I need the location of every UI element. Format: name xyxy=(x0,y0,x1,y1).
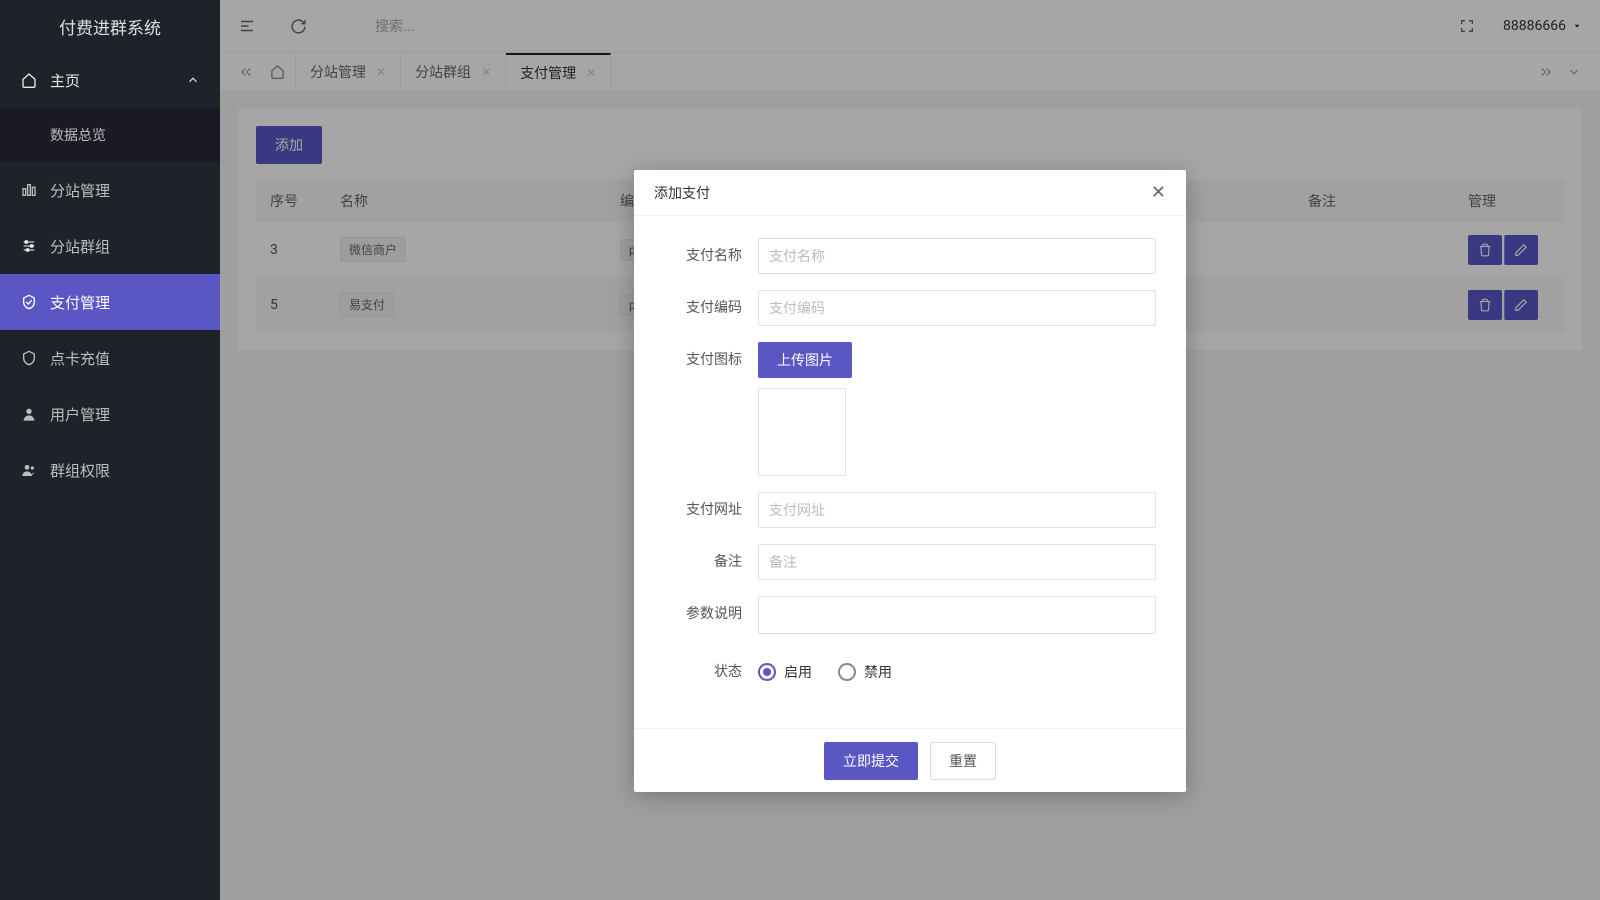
label-code: 支付编码 xyxy=(664,290,758,326)
chevron-up-icon xyxy=(186,73,200,87)
shield-icon xyxy=(20,349,38,367)
app-title: 付费进群系统 xyxy=(0,0,220,52)
name-input[interactable] xyxy=(758,238,1156,274)
sidebar-item-label: 分站管理 xyxy=(50,180,200,201)
reset-button[interactable]: 重置 xyxy=(930,742,996,780)
sidebar-item-home[interactable]: 主页 xyxy=(0,52,220,108)
sidebar-item-label: 数据总览 xyxy=(50,125,106,145)
remark-input[interactable] xyxy=(758,544,1156,580)
radio-disabled[interactable]: 禁用 xyxy=(838,662,892,682)
label-name: 支付名称 xyxy=(664,238,758,274)
modal-title: 添加支付 xyxy=(654,183,710,203)
sliders-icon xyxy=(20,237,38,255)
add-payment-modal: 添加支付 ✕ 支付名称 支付编码 支付图标 上传图片 xyxy=(634,170,1186,792)
sidebar-item-label: 群组权限 xyxy=(50,460,200,481)
sidebar-item-label: 支付管理 xyxy=(50,292,200,313)
image-preview xyxy=(758,388,846,476)
sidebar-sub-dashboard[interactable]: 数据总览 xyxy=(0,108,220,162)
params-textarea[interactable] xyxy=(758,596,1156,634)
main: 88886666 分站管理 ✕ 分站群组 ✕ 支付管理 ✕ xyxy=(220,0,1600,900)
label-status: 状态 xyxy=(664,654,758,690)
radio-label: 启用 xyxy=(784,662,812,682)
sidebar-item-users[interactable]: 用户管理 xyxy=(0,386,220,442)
submit-button[interactable]: 立即提交 xyxy=(824,742,918,780)
url-input[interactable] xyxy=(758,492,1156,528)
radio-enabled[interactable]: 启用 xyxy=(758,662,812,682)
label-icon: 支付图标 xyxy=(664,342,758,378)
radio-label: 禁用 xyxy=(864,662,892,682)
label-params: 参数说明 xyxy=(664,596,758,632)
users-icon xyxy=(20,461,38,479)
label-remark: 备注 xyxy=(664,544,758,580)
sidebar-item-label: 主页 xyxy=(50,70,186,91)
sidebar: 付费进群系统 主页 数据总览 分站管理 分站群组 xyxy=(0,0,220,900)
sidebar-item-substation[interactable]: 分站管理 xyxy=(0,162,220,218)
upload-button[interactable]: 上传图片 xyxy=(758,342,852,378)
sidebar-item-payment[interactable]: 支付管理 xyxy=(0,274,220,330)
sidebar-item-label: 用户管理 xyxy=(50,404,200,425)
radio-unchecked-icon xyxy=(838,663,856,681)
close-icon[interactable]: ✕ xyxy=(1151,184,1166,202)
radio-checked-icon xyxy=(758,663,776,681)
code-input[interactable] xyxy=(758,290,1156,326)
shield-check-icon xyxy=(20,293,38,311)
bars-icon xyxy=(20,181,38,199)
label-url: 支付网址 xyxy=(664,492,758,528)
user-icon xyxy=(20,405,38,423)
sidebar-item-recharge[interactable]: 点卡充值 xyxy=(0,330,220,386)
home-icon xyxy=(20,71,38,89)
sidebar-item-groups[interactable]: 分站群组 xyxy=(0,218,220,274)
sidebar-item-label: 分站群组 xyxy=(50,236,200,257)
sidebar-item-permissions[interactable]: 群组权限 xyxy=(0,442,220,498)
sidebar-item-label: 点卡充值 xyxy=(50,348,200,369)
